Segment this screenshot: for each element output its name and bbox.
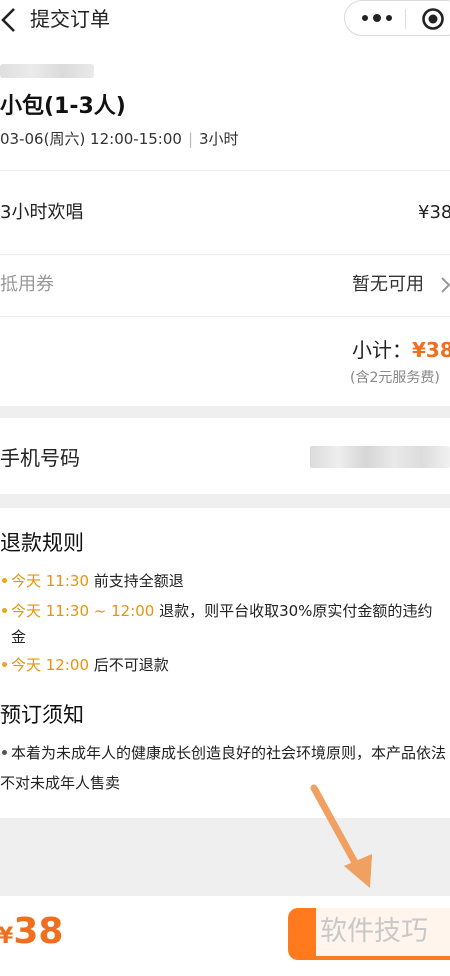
contact-card: 手机号码 — [0, 418, 450, 494]
back-chevron-icon[interactable] — [0, 6, 20, 34]
package-price: ¥38 — [418, 202, 450, 223]
time-separator: | — [187, 130, 193, 148]
refund-rule-item: 今天 12:00 后不可退款 — [0, 654, 448, 676]
refund-rules-title: 退款规则 — [0, 531, 84, 555]
phone-number-blurred[interactable] — [310, 446, 450, 468]
page-title: 提交订单 — [30, 7, 110, 31]
divider — [0, 254, 450, 255]
refund-rule-item: 今天 11:30 前支持全额退 — [0, 570, 448, 592]
total-amount: 38 — [13, 911, 64, 952]
bullet-dot — [2, 608, 7, 613]
bullet-dot — [2, 662, 7, 667]
bottom-bar: ¥38 软件技巧 — [0, 896, 450, 976]
service-fee-note: (含2元服务费) — [350, 370, 440, 386]
currency-symbol: ¥ — [0, 924, 14, 949]
subtotal: 小计：¥38 — [352, 336, 450, 364]
refund-rule-item: 今天 11:30 ~ 12:00 退款，则平台收取30%原实付金额的违约 — [0, 600, 448, 622]
order-card: 小包(1-3人) 03-06(周六) 12:00-15:00 | 3小时 3小时欢唱… — [0, 40, 450, 406]
venue-name-blurred — [0, 64, 94, 78]
top-bar: 提交订单 — [0, 0, 450, 40]
coupon-value[interactable]: 暂无可用 — [352, 272, 424, 298]
refund-rule-wrap: 金 — [11, 628, 27, 646]
mini-program-capsule — [344, 0, 450, 36]
annotation-arrow-icon — [310, 784, 372, 888]
chevron-right-icon[interactable] — [440, 276, 450, 294]
bullet-dot — [2, 578, 7, 583]
refund-rule-time: 今天 12:00 — [11, 656, 89, 674]
refund-rule-time: 今天 11:30 — [11, 572, 89, 590]
subtotal-label: 小计： — [352, 338, 412, 362]
refund-rule-text: 前支持全额退 — [89, 572, 184, 590]
booking-notice-title: 预订须知 — [0, 703, 84, 727]
booking-time: 03-06(周六) 12:00-15:00 | 3小时 — [0, 128, 239, 150]
bullet-dot — [2, 750, 7, 755]
target-circle-icon[interactable] — [421, 7, 445, 31]
room-name: 小包(1-3人) — [0, 94, 126, 119]
rules-card: 退款规则 今天 11:30 前支持全额退 今天 11:30 ~ 12:00 退款… — [0, 508, 450, 818]
watermark-text: 软件技巧 — [316, 908, 450, 956]
capsule-divider — [405, 9, 406, 29]
refund-rule-text: 后不可退款 — [89, 656, 169, 674]
more-dots-icon[interactable] — [359, 10, 395, 26]
divider — [0, 170, 450, 171]
subtotal-amount: ¥38 — [412, 338, 450, 362]
total-price: ¥38 — [0, 910, 63, 959]
phone-label: 手机号码 — [0, 446, 80, 470]
divider — [0, 316, 450, 317]
refund-rule-time: 今天 11:30 ~ 12:00 — [11, 602, 155, 620]
time-range: 03-06(周六) 12:00-15:00 — [0, 130, 182, 148]
coupon-label[interactable]: 抵用券 — [0, 272, 54, 298]
duration: 3小时 — [199, 130, 239, 148]
package-name: 3小时欢唱 — [0, 202, 84, 223]
refund-rule-text: 退款，则平台收取30%原实付金额的违约 — [154, 602, 433, 620]
